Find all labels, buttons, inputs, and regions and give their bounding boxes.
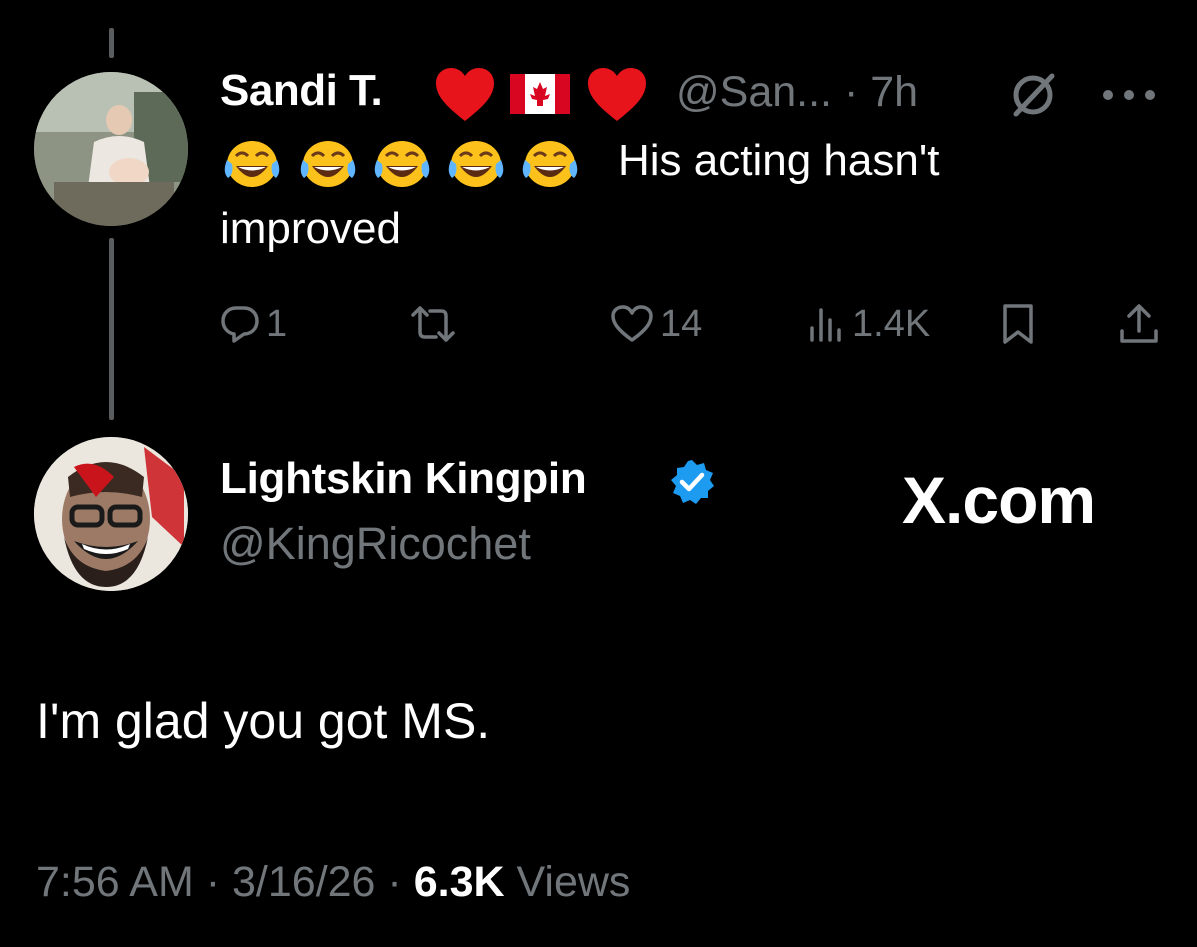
avatar-sandi[interactable] — [34, 72, 188, 226]
share-action[interactable] — [1118, 302, 1160, 346]
x-com-watermark: X.com — [902, 463, 1096, 537]
thread-line — [109, 238, 114, 420]
tears-of-joy-emoji — [300, 141, 356, 187]
like-count: 14 — [660, 302, 703, 345]
like-action[interactable]: 14 — [610, 302, 702, 346]
share-icon — [1120, 304, 1158, 343]
thread-line-top — [109, 28, 114, 58]
like-icon — [611, 305, 653, 342]
repost-action[interactable] — [410, 302, 462, 346]
red-heart-icon — [436, 68, 494, 121]
post-text: I'm glad you got MS. — [36, 693, 491, 749]
views-count: 1.4K — [852, 302, 931, 345]
separator: · — [205, 858, 232, 906]
reply-count: 1 — [266, 302, 288, 345]
post-views-label: Views — [516, 858, 631, 906]
post-meta: 7:56 AM · 3/16/26 · 6.3K Views — [36, 858, 630, 907]
grok-icon[interactable] — [1008, 70, 1058, 120]
handle-kingricochet[interactable]: @KingRicochet — [220, 518, 531, 570]
reply-text-line2: improved — [220, 204, 401, 253]
reply-icon — [221, 306, 259, 343]
display-name-sandi[interactable]: Sandi T. — [220, 66, 383, 116]
canada-flag-icon — [510, 74, 570, 114]
post-time[interactable]: 7:56 AM — [36, 858, 194, 906]
verified-icon[interactable] — [668, 458, 716, 506]
reply-text-line1: His acting hasn't — [618, 136, 940, 185]
tears-of-joy-emoji — [522, 141, 578, 187]
tears-of-joy-emoji — [448, 141, 504, 187]
views-action[interactable]: 1.4K — [806, 302, 930, 346]
avatar-kingricochet[interactable] — [34, 437, 188, 591]
display-name-kingpin[interactable]: Lightskin Kingpin — [220, 454, 587, 504]
tears-of-joy-emoji — [224, 141, 280, 187]
repost-icon — [411, 306, 455, 342]
post-date[interactable]: 3/16/26 — [232, 858, 375, 906]
separator: · — [387, 858, 414, 906]
reply-action[interactable]: 1 — [220, 302, 287, 346]
views-icon — [810, 308, 841, 342]
tears-of-joy-emoji — [374, 141, 430, 187]
bookmark-action[interactable] — [1000, 302, 1036, 346]
handle-and-time[interactable]: @San... · 7h — [676, 68, 918, 117]
red-heart-icon — [588, 68, 646, 121]
bookmark-icon — [1003, 304, 1033, 344]
post-views-count: 6.3K — [413, 858, 505, 906]
more-icon[interactable] — [1098, 80, 1160, 110]
